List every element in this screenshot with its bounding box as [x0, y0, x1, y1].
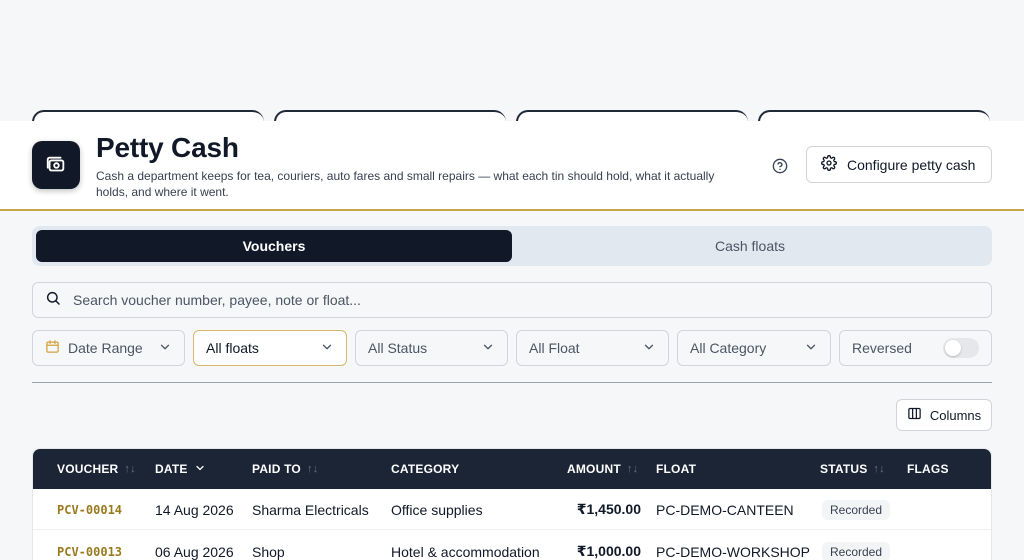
voucher-float: PC-DEMO-WORKSHOP — [656, 543, 810, 560]
voucher-amount: ₹1,450.00 — [576, 501, 641, 517]
reversed-toggle[interactable] — [943, 338, 979, 358]
search-icon — [45, 290, 61, 311]
calendar-icon — [45, 339, 60, 357]
status-badge: Recorded — [822, 499, 891, 520]
voucher-category: Hotel & accommodation — [391, 543, 540, 560]
date-range-filter[interactable]: Date Range — [32, 330, 185, 366]
column-header-paid-to[interactable]: PAID TO ↑↓ — [252, 449, 318, 489]
table-row[interactable]: PCV-00013 06 Aug 2026 Shop Hotel & accom… — [33, 531, 991, 560]
chevron-down-icon — [320, 340, 334, 357]
column-header-status[interactable]: STATUS ↑↓ — [820, 449, 885, 489]
column-header-label: FLAGS — [907, 462, 949, 476]
sort-icon: ↑↓ — [626, 463, 639, 475]
page-header: Petty Cash Cash a department keeps for t… — [0, 121, 1024, 211]
column-header-flags: FLAGS — [907, 449, 949, 489]
chevron-down-icon — [642, 340, 656, 357]
table-header: VOUCHER ↑↓ DATE PAID TO ↑↓ CATEGORY AMOU… — [33, 449, 991, 489]
chevron-down-icon — [804, 340, 818, 357]
floats-select[interactable]: All floats — [193, 330, 347, 366]
search-input[interactable] — [73, 292, 953, 308]
voucher-number[interactable]: PCV-00013 — [57, 531, 122, 560]
configure-petty-cash-button[interactable]: Configure petty cash — [806, 146, 992, 183]
vouchers-table: VOUCHER ↑↓ DATE PAID TO ↑↓ CATEGORY AMOU… — [32, 448, 992, 560]
chevron-down-icon — [158, 340, 172, 357]
column-header-label: VOUCHER — [57, 462, 119, 476]
page-description: Cash a department keeps for tea, courier… — [96, 169, 715, 199]
float-select-value: All Float — [529, 340, 580, 356]
voucher-float: PC-DEMO-CANTEEN — [656, 501, 794, 518]
chevron-down-icon — [194, 462, 206, 477]
status-badge: Recorded — [822, 541, 891, 560]
voucher-amount: ₹1,000.00 — [576, 543, 641, 559]
reversed-filter: Reversed — [839, 330, 992, 366]
column-header-amount[interactable]: AMOUNT ↑↓ — [567, 449, 638, 489]
float-select[interactable]: All Float — [516, 330, 669, 366]
category-select-value: All Category — [690, 340, 767, 356]
sort-icon: ↑↓ — [124, 463, 136, 475]
column-header-float: FLOAT — [656, 449, 696, 489]
column-header-label: FLOAT — [656, 462, 697, 476]
tab-cash-floats[interactable]: Cash floats — [512, 230, 988, 262]
configure-petty-cash-label: Configure petty cash — [847, 156, 976, 173]
date-range-label: Date Range — [68, 340, 143, 356]
column-header-label: CATEGORY — [391, 462, 460, 476]
column-header-label: AMOUNT — [567, 462, 621, 476]
floats-select-value: All floats — [206, 340, 259, 356]
column-header-label: PAID TO — [252, 462, 301, 476]
column-header-label: DATE — [155, 462, 188, 476]
tab-vouchers[interactable]: Vouchers — [36, 230, 512, 262]
voucher-category: Office supplies — [391, 501, 483, 518]
column-header-label: STATUS — [820, 462, 868, 476]
search-bar — [32, 282, 992, 318]
help-icon[interactable] — [771, 157, 789, 175]
columns-label: Columns — [929, 407, 982, 423]
category-select[interactable]: All Category — [677, 330, 831, 366]
cash-icon — [32, 141, 80, 189]
status-select[interactable]: All Status — [355, 330, 508, 366]
column-header-category: CATEGORY — [391, 449, 459, 489]
view-tabs: Vouchers Cash floats — [32, 226, 992, 266]
sort-icon: ↑↓ — [873, 463, 885, 475]
column-header-date[interactable]: DATE — [155, 449, 206, 489]
chevron-down-icon — [481, 340, 495, 357]
columns-button[interactable]: Columns — [896, 399, 992, 431]
sort-icon: ↑↓ — [306, 463, 319, 475]
reversed-label: Reversed — [852, 340, 912, 356]
voucher-paid-to: Sharma Electricals — [252, 501, 369, 518]
voucher-paid-to: Shop — [252, 543, 285, 560]
columns-icon — [907, 406, 922, 424]
page-title: Petty Cash — [96, 132, 239, 163]
divider — [32, 382, 992, 383]
status-badge-cell: Recorded — [822, 489, 891, 530]
table-row[interactable]: PCV-00014 14 Aug 2026 Sharma Electricals… — [33, 489, 991, 530]
gear-icon — [821, 155, 837, 174]
voucher-date: 14 Aug 2026 — [155, 501, 234, 518]
status-badge-cell: Recorded — [822, 531, 891, 560]
toggle-knob — [945, 340, 961, 356]
voucher-date: 06 Aug 2026 — [155, 543, 234, 560]
status-select-value: All Status — [368, 340, 428, 356]
voucher-number[interactable]: PCV-00014 — [57, 489, 122, 530]
column-header-voucher[interactable]: VOUCHER ↑↓ — [57, 449, 136, 489]
